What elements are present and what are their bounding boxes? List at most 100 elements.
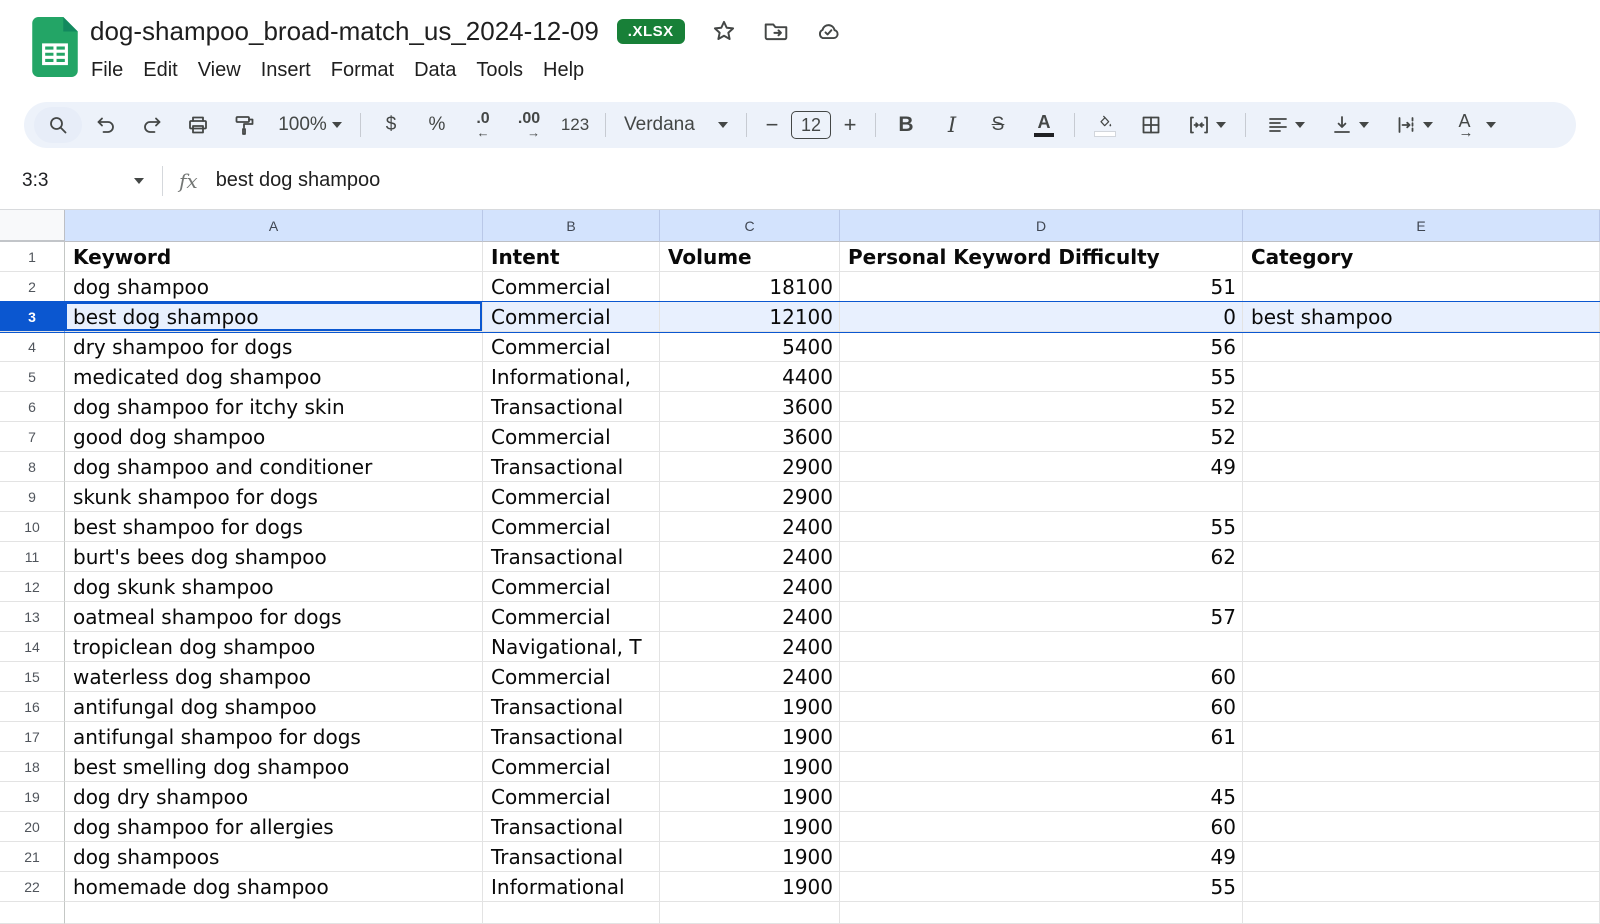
column-header-b[interactable]: B bbox=[483, 210, 660, 242]
column-header-a[interactable]: A bbox=[65, 210, 483, 242]
cell-C5[interactable]: 4400 bbox=[660, 362, 840, 392]
text-color-button[interactable]: A bbox=[1022, 107, 1066, 143]
print-icon[interactable] bbox=[176, 107, 220, 143]
zoom-select[interactable]: 100% bbox=[268, 107, 352, 143]
menu-insert[interactable]: Insert bbox=[251, 56, 321, 85]
row-header-14[interactable]: 14 bbox=[0, 632, 65, 662]
cell-E19[interactable] bbox=[1243, 782, 1600, 812]
formula-input[interactable]: best dog shampoo bbox=[216, 169, 381, 192]
cell-B15[interactable]: Commercial bbox=[483, 662, 660, 692]
cell-C12[interactable]: 2400 bbox=[660, 572, 840, 602]
cell-E6[interactable] bbox=[1243, 392, 1600, 422]
cell-C6[interactable]: 3600 bbox=[660, 392, 840, 422]
star-icon[interactable] bbox=[711, 18, 737, 44]
cell-D15[interactable]: 60 bbox=[840, 662, 1243, 692]
cell-D10[interactable]: 55 bbox=[840, 512, 1243, 542]
cell-E21[interactable] bbox=[1243, 842, 1600, 872]
cell-C4[interactable]: 5400 bbox=[660, 332, 840, 362]
cell-E17[interactable] bbox=[1243, 722, 1600, 752]
cell-A12[interactable]: dog skunk shampoo bbox=[65, 572, 483, 602]
cell-A16[interactable]: antifungal dog shampoo bbox=[65, 692, 483, 722]
fill-color-button[interactable] bbox=[1083, 107, 1127, 143]
select-all-corner[interactable] bbox=[0, 210, 65, 242]
row-header-6[interactable]: 6 bbox=[0, 392, 65, 422]
paint-format-icon[interactable] bbox=[222, 107, 266, 143]
cell-A7[interactable]: good dog shampoo bbox=[65, 422, 483, 452]
cell-E5[interactable] bbox=[1243, 362, 1600, 392]
row-header-2[interactable]: 2 bbox=[0, 272, 65, 302]
row-header-1[interactable]: 1 bbox=[0, 242, 65, 272]
row-header-11[interactable]: 11 bbox=[0, 542, 65, 572]
cell-C14[interactable]: 2400 bbox=[660, 632, 840, 662]
cell-D18[interactable] bbox=[840, 752, 1243, 782]
cell-A14[interactable]: tropiclean dog shampoo bbox=[65, 632, 483, 662]
cell-D2[interactable]: 51 bbox=[840, 272, 1243, 302]
cell-A19[interactable]: dog dry shampoo bbox=[65, 782, 483, 812]
cell-B19[interactable]: Commercial bbox=[483, 782, 660, 812]
cell-D8[interactable]: 49 bbox=[840, 452, 1243, 482]
cell-A10[interactable]: best shampoo for dogs bbox=[65, 512, 483, 542]
cell-B4[interactable]: Commercial bbox=[483, 332, 660, 362]
cell-C9[interactable]: 2900 bbox=[660, 482, 840, 512]
cell-E1[interactable]: Category bbox=[1243, 242, 1600, 272]
row-header-10[interactable]: 10 bbox=[0, 512, 65, 542]
cell-B8[interactable]: Transactional bbox=[483, 452, 660, 482]
cell-A[interactable] bbox=[65, 902, 483, 924]
cell-E10[interactable] bbox=[1243, 512, 1600, 542]
cell-B22[interactable]: Informational bbox=[483, 872, 660, 902]
decrease-decimal-button[interactable]: .0← bbox=[461, 107, 505, 143]
cell-B18[interactable]: Commercial bbox=[483, 752, 660, 782]
cell-C16[interactable]: 1900 bbox=[660, 692, 840, 722]
cell-A1[interactable]: Keyword bbox=[65, 242, 483, 272]
cell-A21[interactable]: dog shampoos bbox=[65, 842, 483, 872]
menu-edit[interactable]: Edit bbox=[133, 56, 187, 85]
search-icon[interactable] bbox=[34, 107, 82, 143]
cell-A22[interactable]: homemade dog shampoo bbox=[65, 872, 483, 902]
row-header-22[interactable]: 22 bbox=[0, 872, 65, 902]
cell-E7[interactable] bbox=[1243, 422, 1600, 452]
cell-A18[interactable]: best smelling dog shampoo bbox=[65, 752, 483, 782]
cell-A4[interactable]: dry shampoo for dogs bbox=[65, 332, 483, 362]
cell-B21[interactable]: Transactional bbox=[483, 842, 660, 872]
menu-file[interactable]: File bbox=[81, 56, 133, 85]
cell-D4[interactable]: 56 bbox=[840, 332, 1243, 362]
cell-B12[interactable]: Commercial bbox=[483, 572, 660, 602]
cell-D13[interactable]: 57 bbox=[840, 602, 1243, 632]
row-header-13[interactable]: 13 bbox=[0, 602, 65, 632]
cell-E18[interactable] bbox=[1243, 752, 1600, 782]
cell-B2[interactable]: Commercial bbox=[483, 272, 660, 302]
cell-E4[interactable] bbox=[1243, 332, 1600, 362]
cell-B11[interactable]: Transactional bbox=[483, 542, 660, 572]
increase-decimal-button[interactable]: .00→ bbox=[507, 107, 551, 143]
font-family-select[interactable]: Verdana bbox=[614, 107, 738, 143]
cell-D5[interactable]: 55 bbox=[840, 362, 1243, 392]
cell-D22[interactable]: 55 bbox=[840, 872, 1243, 902]
cell-C[interactable] bbox=[660, 902, 840, 924]
cell-A15[interactable]: waterless dog shampoo bbox=[65, 662, 483, 692]
menu-data[interactable]: Data bbox=[404, 56, 466, 85]
cell-C22[interactable]: 1900 bbox=[660, 872, 840, 902]
cell-E15[interactable] bbox=[1243, 662, 1600, 692]
cell-A2[interactable]: dog shampoo bbox=[65, 272, 483, 302]
move-folder-icon[interactable] bbox=[763, 18, 789, 44]
cell-B3[interactable]: Commercial bbox=[483, 302, 660, 332]
font-size-input[interactable]: 12 bbox=[791, 111, 831, 139]
column-header-c[interactable]: C bbox=[660, 210, 840, 242]
cell-D19[interactable]: 45 bbox=[840, 782, 1243, 812]
row-header-21[interactable]: 21 bbox=[0, 842, 65, 872]
cell-B7[interactable]: Commercial bbox=[483, 422, 660, 452]
row-header-15[interactable]: 15 bbox=[0, 662, 65, 692]
cell-A9[interactable]: skunk shampoo for dogs bbox=[65, 482, 483, 512]
cell-C20[interactable]: 1900 bbox=[660, 812, 840, 842]
cell-A3[interactable]: best dog shampoo bbox=[65, 302, 483, 332]
cell-C17[interactable]: 1900 bbox=[660, 722, 840, 752]
cell-D16[interactable]: 60 bbox=[840, 692, 1243, 722]
cell-C7[interactable]: 3600 bbox=[660, 422, 840, 452]
row-header-7[interactable]: 7 bbox=[0, 422, 65, 452]
menu-format[interactable]: Format bbox=[321, 56, 404, 85]
cell-D21[interactable]: 49 bbox=[840, 842, 1243, 872]
cell-A17[interactable]: antifungal shampoo for dogs bbox=[65, 722, 483, 752]
strikethrough-button[interactable]: S bbox=[976, 107, 1020, 143]
row-header-19[interactable]: 19 bbox=[0, 782, 65, 812]
cell-D12[interactable] bbox=[840, 572, 1243, 602]
